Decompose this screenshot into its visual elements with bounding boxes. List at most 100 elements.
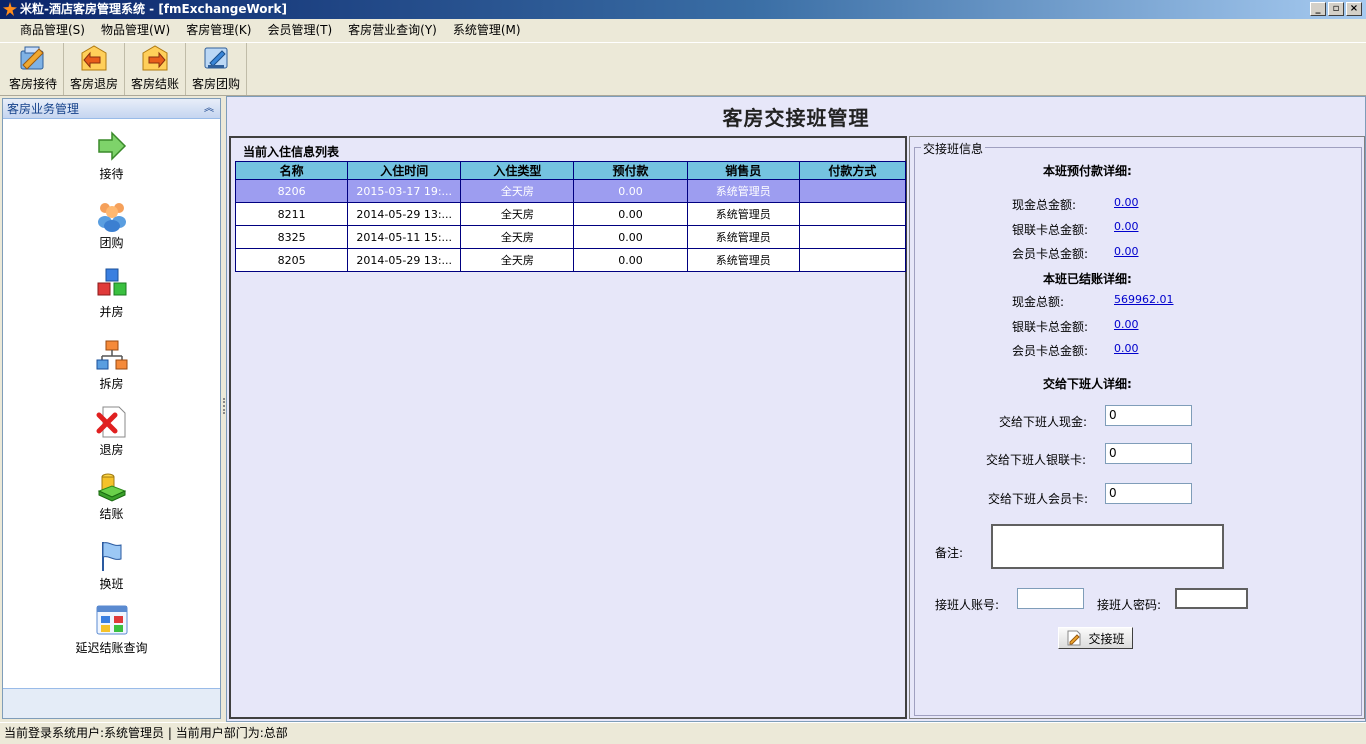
people-icon: [97, 203, 126, 232]
menu-business-query[interactable]: 客房营业查询(Y): [340, 19, 445, 42]
menu-items[interactable]: 物品管理(W): [93, 19, 178, 42]
settled-cash-label: 现金总额:: [1012, 295, 1065, 309]
table-row[interactable]: 8325 2014-05-11 15:... 全天房 0.00 系统管理员: [234, 225, 907, 249]
cell-time: 2014-05-29 13:...: [347, 248, 462, 272]
flag-icon: [101, 542, 121, 571]
sidebar-header[interactable]: 客房业务管理 ︽: [3, 99, 220, 119]
handover-submit-label: 交接班: [1088, 631, 1125, 646]
column-header-prepay[interactable]: 预付款: [573, 161, 688, 180]
prepay-unionpay-label: 银联卡总金额:: [1012, 223, 1089, 237]
cubes-icon: [97, 268, 126, 296]
shift-info-panel: 交接班信息 本班预付款详细: 现金总金额: 0.00 银联卡总金额: 0.00 …: [909, 136, 1365, 719]
cell-payment: [798, 202, 907, 226]
column-header-type[interactable]: 入住类型: [460, 161, 575, 180]
cell-name: 8206: [234, 179, 349, 203]
settled-cash-link[interactable]: 569962.01: [1114, 293, 1174, 306]
cell-prepay: 0.00: [573, 202, 688, 226]
sidebar-item-label: 并房: [99, 305, 124, 319]
menu-rooms[interactable]: 客房管理(K): [178, 19, 259, 42]
cell-name: 8205: [234, 248, 349, 272]
handover-submit-button[interactable]: 交接班: [1058, 627, 1133, 649]
sidebar: 客房业务管理 ︽ 接待 团购 并房 拆房 退房 结账 换班 延迟结账查询: [2, 98, 221, 719]
group-buy-icon: [204, 47, 228, 69]
cell-seller: 系统管理员: [686, 225, 800, 249]
sidebar-item-shift-change[interactable]: 换班: [3, 539, 220, 592]
sidebar-item-settle[interactable]: 结账: [3, 469, 220, 522]
column-header-name[interactable]: 名称: [234, 161, 349, 180]
checkin-table: 名称 入住时间 入住类型 预付款 销售员 付款方式 8206 2015-03-1…: [234, 161, 907, 272]
restore-button[interactable]: ▫: [1328, 2, 1344, 16]
column-header-time[interactable]: 入住时间: [347, 161, 462, 180]
page-title: 客房交接班管理: [722, 106, 870, 130]
sidebar-item-group-buy[interactable]: 团购: [3, 198, 220, 251]
cell-seller: 系统管理员: [686, 248, 800, 272]
toolbar-group-buy-label: 客房团购: [191, 77, 240, 91]
main-content: 客房交接班管理 当前入住信息列表 名称 入住时间 入住类型 预付款 销售员 付款…: [226, 96, 1366, 722]
edit-document-icon: [1067, 630, 1081, 646]
successor-account-label: 接班人账号:: [935, 598, 1000, 612]
menu-goods[interactable]: 商品管理(S): [12, 19, 93, 42]
minimize-button[interactable]: _: [1310, 2, 1326, 16]
sidebar-footer: [3, 688, 220, 718]
settled-unionpay-label: 银联卡总金额:: [1012, 320, 1089, 334]
toolbar-group-buy-button[interactable]: 客房团购: [186, 43, 247, 95]
sidebar-item-checkin[interactable]: 接待: [3, 129, 220, 182]
grid-icon: [96, 605, 127, 635]
cell-name: 8211: [234, 202, 349, 226]
menu-members[interactable]: 会员管理(T): [259, 19, 340, 42]
toolbar-checkin-button[interactable]: 客房接待: [3, 43, 64, 95]
shift-info-groupbox: 交接班信息 本班预付款详细: 现金总金额: 0.00 银联卡总金额: 0.00 …: [914, 140, 1362, 716]
sidebar-header-label: 客房业务管理: [7, 102, 80, 116]
close-button[interactable]: ×: [1346, 2, 1362, 16]
sidebar-item-delayed-settle-query[interactable]: 延迟结账查询: [3, 603, 220, 656]
toolbar-checkout-button[interactable]: 客房退房: [64, 43, 125, 95]
sidebar-item-merge-room[interactable]: 并房: [3, 267, 220, 320]
coins-icon: [97, 473, 126, 502]
arrow-right-icon: [97, 131, 126, 161]
successor-account-input[interactable]: [1017, 588, 1084, 609]
toolbar-settle-button[interactable]: 客房结账: [125, 43, 186, 95]
handover-unionpay-label: 交给下班人银联卡:: [986, 453, 1087, 467]
handover-unionpay-input[interactable]: 0: [1105, 443, 1192, 464]
handover-section-title: 交给下班人详细:: [1043, 377, 1132, 391]
toolbar: 客房接待 客房退房 客房结账 客房团购: [0, 42, 1366, 96]
cell-payment: [798, 225, 907, 249]
collapse-icon[interactable]: ︽: [204, 99, 214, 119]
cell-time: 2014-05-11 15:...: [347, 225, 462, 249]
column-header-payment[interactable]: 付款方式: [798, 161, 907, 180]
settled-member-link[interactable]: 0.00: [1114, 342, 1139, 355]
prepay-unionpay-link[interactable]: 0.00: [1114, 220, 1139, 233]
settled-unionpay-link[interactable]: 0.00: [1114, 318, 1139, 331]
prepay-cash-link[interactable]: 0.00: [1114, 196, 1139, 209]
sidebar-item-split-room[interactable]: 拆房: [3, 339, 220, 392]
table-row[interactable]: 8206 2015-03-17 19:... 全天房 0.00 系统管理员: [234, 179, 907, 203]
splitter-grip-icon: [223, 398, 225, 414]
prepay-section-title: 本班预付款详细:: [1043, 164, 1132, 178]
menu-bar: 商品管理(S) 物品管理(W) 客房管理(K) 会员管理(T) 客房营业查询(Y…: [0, 19, 1366, 42]
sidebar-item-label: 退房: [99, 443, 124, 457]
cell-name: 8325: [234, 225, 349, 249]
remark-label: 备注:: [935, 546, 964, 560]
delete-document-icon: [96, 406, 125, 438]
cell-prepay: 0.00: [573, 225, 688, 249]
table-row[interactable]: 8205 2014-05-29 13:... 全天房 0.00 系统管理员: [234, 248, 907, 272]
sidebar-item-label: 接待: [99, 167, 124, 181]
menu-system[interactable]: 系统管理(M): [445, 19, 529, 42]
handover-cash-input[interactable]: 0: [1105, 405, 1192, 426]
sidebar-item-checkout[interactable]: 退房: [3, 405, 220, 458]
cell-time: 2014-05-29 13:...: [347, 202, 462, 226]
table-header-row: 名称 入住时间 入住类型 预付款 销售员 付款方式: [234, 161, 907, 180]
checkin-list-panel: 当前入住信息列表 名称 入住时间 入住类型 预付款 销售员 付款方式 8206 …: [229, 136, 907, 719]
table-row[interactable]: 8211 2014-05-29 13:... 全天房 0.00 系统管理员: [234, 202, 907, 226]
column-header-seller[interactable]: 销售员: [686, 161, 800, 180]
toolbar-checkout-label: 客房退房: [69, 77, 118, 91]
cell-type: 全天房: [460, 248, 575, 272]
hierarchy-icon: [96, 340, 127, 370]
settled-member-label: 会员卡总金额:: [1012, 344, 1089, 358]
handover-member-input[interactable]: 0: [1105, 483, 1192, 504]
prepay-member-link[interactable]: 0.00: [1114, 245, 1139, 258]
remark-textarea[interactable]: [991, 524, 1224, 569]
checkin-icon: [20, 46, 44, 70]
cell-prepay: 0.00: [573, 248, 688, 272]
successor-password-input[interactable]: [1175, 588, 1248, 609]
